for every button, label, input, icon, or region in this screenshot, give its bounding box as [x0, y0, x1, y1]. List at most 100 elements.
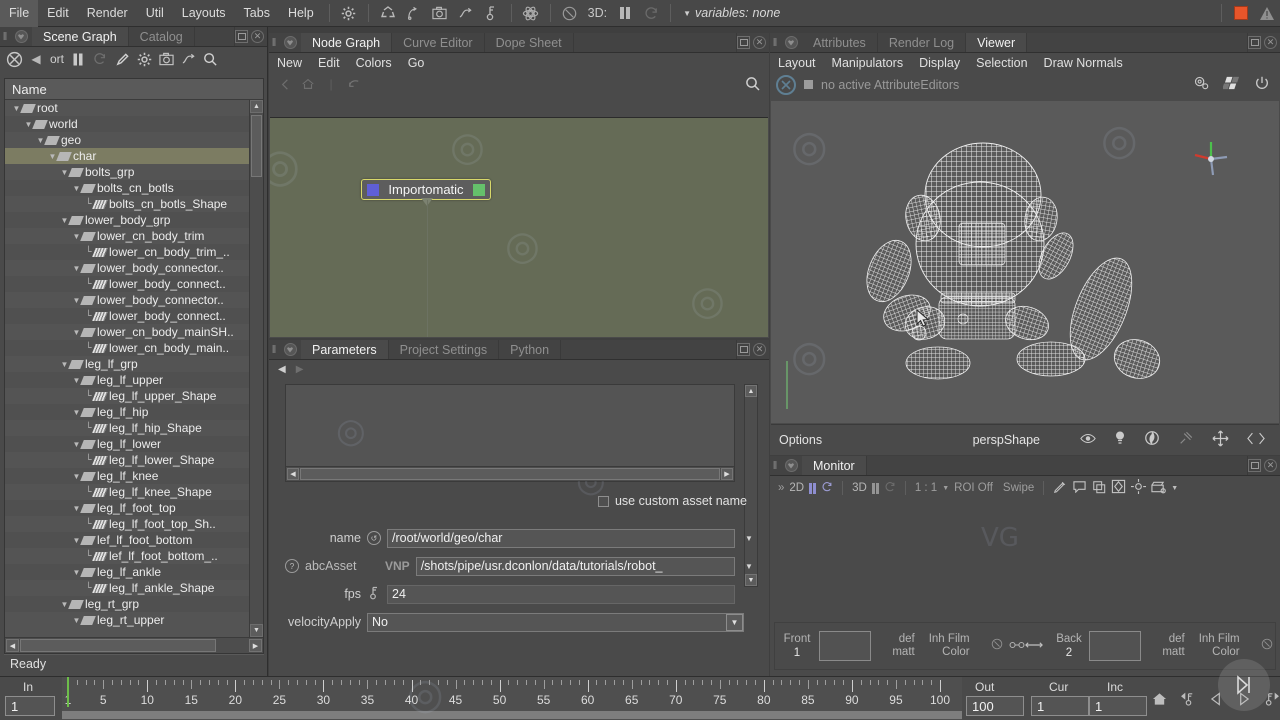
scene-graph-row[interactable]: ▼ bolts_cn_botls	[5, 180, 249, 196]
tab-project-settings[interactable]: Project Settings	[389, 340, 500, 359]
node-graph-canvas[interactable]: ◎ ◎ ◎ ◎ Importomatic	[270, 117, 768, 337]
refresh-icon[interactable]	[90, 49, 110, 69]
scene-graph-row[interactable]: └ leg_lf_upper_Shape	[5, 388, 249, 404]
shutter-icon[interactable]	[1144, 430, 1160, 449]
swipe-label[interactable]: Swipe	[1003, 482, 1034, 494]
menu-render[interactable]: Render	[78, 0, 137, 27]
power-icon[interactable]	[1254, 75, 1270, 94]
scroll-up-icon[interactable]: ▲	[745, 385, 757, 397]
tab-attributes[interactable]: Attributes	[802, 33, 878, 52]
menu-edit[interactable]: Edit	[38, 0, 78, 27]
scene-graph-row[interactable]: └ leg_lf_knee_Shape	[5, 484, 249, 500]
snapshot-icon[interactable]	[1193, 75, 1210, 94]
light-icon[interactable]	[1114, 430, 1126, 449]
scene-graph-row[interactable]: └ leg_lf_ankle_Shape	[5, 580, 249, 596]
shading-icon[interactable]	[1222, 75, 1241, 94]
out-field[interactable]: 100	[966, 696, 1024, 716]
atom-icon[interactable]	[518, 2, 544, 24]
panel-grip-icon[interactable]: ‖	[770, 33, 780, 52]
gear-icon[interactable]	[134, 49, 154, 69]
panel-badge-icon[interactable]	[780, 33, 802, 52]
scene-graph-row[interactable]: ▼ leg_lf_upper	[5, 372, 249, 388]
menu-new[interactable]: New	[269, 56, 310, 70]
back-opt-color[interactable]: Color	[1212, 646, 1239, 659]
panel-grip-icon[interactable]: ‖	[0, 27, 10, 46]
front-opt-inh-film[interactable]: Inh Film	[929, 633, 970, 646]
scene-graph-row[interactable]: ▼ root	[5, 100, 249, 116]
tab-dope-sheet[interactable]: Dope Sheet	[485, 33, 574, 52]
scene-graph-row[interactable]: └ leg_lf_hip_Shape	[5, 420, 249, 436]
mode-2d-label[interactable]: 2D	[789, 482, 804, 494]
menu-util[interactable]: Util	[137, 0, 173, 27]
layers-icon[interactable]	[1247, 432, 1265, 448]
tab-monitor[interactable]: Monitor	[802, 456, 867, 475]
clapper-icon[interactable]	[1151, 480, 1167, 497]
viewer-options-button[interactable]: Options	[779, 433, 822, 447]
clear-selection-icon[interactable]	[4, 49, 24, 69]
scene-graph-row[interactable]: ▼ leg_lf_knee	[5, 468, 249, 484]
vscroll-thumb[interactable]	[251, 115, 262, 177]
close-icon[interactable]: ✕	[1264, 36, 1277, 49]
pause-icon[interactable]	[612, 2, 638, 24]
menu-help[interactable]: Help	[279, 0, 323, 27]
scene-graph-row[interactable]: ▼ char	[5, 148, 249, 164]
tab-catalog[interactable]: Catalog	[129, 27, 195, 46]
compare-icon[interactable]	[1111, 479, 1126, 497]
menu-selection[interactable]: Selection	[968, 56, 1035, 70]
timeline-playhead[interactable]	[67, 677, 69, 707]
scene-graph-row[interactable]: └ lower_cn_body_trim_..	[5, 244, 249, 260]
scene-graph-row[interactable]: └ leg_lf_foot_top_Sh..	[5, 516, 249, 532]
scene-graph-row[interactable]: ▼ world	[5, 116, 249, 132]
back-nav-icon[interactable]	[275, 74, 295, 94]
back-opt-inh-film[interactable]: Inh Film	[1199, 633, 1240, 646]
home-icon[interactable]	[1152, 692, 1167, 709]
maximize-icon[interactable]	[1248, 459, 1261, 472]
back-opt-matte[interactable]: matt	[1162, 646, 1184, 659]
scroll-left-icon[interactable]: ◀	[287, 468, 299, 480]
monitor-canvas[interactable]: VG	[771, 523, 1279, 635]
key-icon[interactable]	[479, 2, 505, 24]
scene-graph-row[interactable]: ▼ bolts_grp	[5, 164, 249, 180]
scene-graph-row[interactable]: ▼ lower_body_connector..	[5, 292, 249, 308]
warning-icon[interactable]	[1254, 2, 1280, 24]
menu-tabs[interactable]: Tabs	[235, 0, 279, 27]
scene-graph-row[interactable]: ▼ lower_cn_body_mainSH..	[5, 324, 249, 340]
param-input-name[interactable]: /root/world/geo/char	[387, 528, 735, 548]
param-input-abcasset[interactable]: /shots/pipe/usr.dconlon/data/tutorials/r…	[415, 556, 735, 576]
scroll-up-icon[interactable]: ▲	[250, 100, 263, 113]
node-list-hscrollbar[interactable]: ◀ ▶	[286, 466, 734, 481]
scene-graph-row[interactable]: ▼ leg_rt_upper	[5, 612, 249, 628]
scene-graph-row[interactable]: ▼ leg_lf_hip	[5, 404, 249, 420]
panel-badge-icon[interactable]	[10, 27, 32, 46]
panel-badge-icon[interactable]	[780, 456, 802, 475]
clear-attribute-editors-icon[interactable]	[776, 74, 796, 95]
close-icon[interactable]: ✕	[251, 30, 264, 43]
ratio-label[interactable]: 1 : 1	[915, 482, 937, 494]
copy-icon[interactable]	[1092, 480, 1106, 497]
scene-graph-hscrollbar[interactable]: ◀ ▶	[5, 637, 263, 653]
search-icon[interactable]	[743, 74, 763, 94]
variables-dropdown[interactable]: ▼ variables: none	[677, 6, 780, 20]
panel-grip-icon[interactable]: ‖	[269, 33, 279, 52]
viewer-3d-canvas[interactable]: ◎ ◎ ◎	[771, 101, 1279, 423]
eyedropper-icon[interactable]	[1053, 480, 1067, 497]
move-icon[interactable]	[1212, 430, 1229, 450]
gear-icon[interactable]	[336, 2, 362, 24]
menu-layouts[interactable]: Layouts	[173, 0, 235, 27]
scene-graph-row[interactable]: └ lower_body_connect..	[5, 276, 249, 292]
hscroll-thumb[interactable]	[300, 468, 720, 480]
scroll-left-icon[interactable]: ◀	[6, 639, 19, 652]
refresh-3d-icon[interactable]	[884, 481, 896, 496]
maximize-icon[interactable]	[235, 30, 248, 43]
home-icon[interactable]	[298, 74, 318, 94]
node-importomatic[interactable]: Importomatic	[361, 179, 491, 200]
tab-node-graph[interactable]: Node Graph	[301, 33, 393, 52]
recycle-icon[interactable]	[375, 2, 401, 24]
pin-icon[interactable]	[1178, 430, 1194, 449]
keyframe-icon[interactable]	[367, 586, 381, 603]
scene-graph-row[interactable]: ▼ lower_body_connector..	[5, 260, 249, 276]
timeline-track[interactable]	[62, 711, 962, 719]
tab-python[interactable]: Python	[499, 340, 562, 359]
scene-graph-row[interactable]: ▼ lower_cn_body_trim	[5, 228, 249, 244]
scene-graph-row[interactable]: └ lower_body_connect..	[5, 308, 249, 324]
